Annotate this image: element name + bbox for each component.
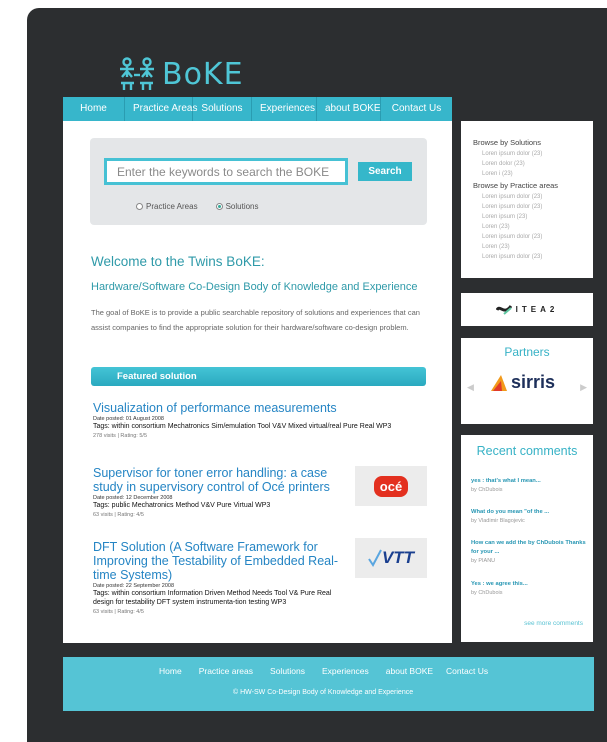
comment-text[interactable]: Yes : we agree this... <box>471 580 589 589</box>
radio-label: Solutions <box>225 202 259 211</box>
solution-title[interactable]: DFT Solution (A Software Framework for I… <box>93 540 351 582</box>
main-content: Search Practice Areas Solutions Welcome … <box>63 121 452 643</box>
nav-about[interactable]: about BOKE <box>317 97 381 121</box>
site-logo[interactable]: BoKE <box>118 56 244 92</box>
comment-item[interactable]: yes : that's what I mean... by ChDubois <box>471 477 589 494</box>
recent-comments-title: Recent comments <box>476 444 578 458</box>
comment-author: by ChDubois <box>471 590 503 596</box>
footer: Home Practice areas Solutions Experience… <box>63 657 594 711</box>
solution-title[interactable]: Visualization of performance measurement… <box>93 401 423 415</box>
browse-item[interactable]: Loren ipsum dolor (23) <box>473 202 593 212</box>
comment-item[interactable]: Yes : we agree this... by ChDubois <box>471 580 589 597</box>
comment-text[interactable]: yes : that's what I mean... <box>471 477 589 486</box>
nav-experiences[interactable]: Experiences <box>252 97 317 121</box>
browse-panel: Browse by Solutions Loren ipsum dolor (2… <box>461 121 593 278</box>
next-arrow-icon[interactable]: ▶ <box>580 382 587 393</box>
browse-item[interactable]: Loren (23) <box>473 222 593 232</box>
vtt-logo-text: VTT <box>381 548 415 567</box>
itea-logo-text: ITEA2 <box>515 305 559 314</box>
nav-solutions[interactable]: Solutions <box>193 97 252 121</box>
comment-item[interactable]: What do you mean "of the ... by Vladimir… <box>471 508 589 525</box>
search-button[interactable]: Search <box>358 162 412 181</box>
browse-item[interactable]: Loren ipsum dolor (23) <box>473 232 593 242</box>
sirris-logo[interactable]: sirris <box>489 372 555 393</box>
featured-heading: Featured solution <box>91 367 426 386</box>
see-more-comments-link[interactable]: see more comments <box>524 620 583 627</box>
footer-nav-about[interactable]: about BOKE <box>386 666 433 676</box>
browse-item[interactable]: Loren ipsum dolor (23) <box>473 192 593 202</box>
oce-logo-text: océ <box>373 475 409 497</box>
solution-stats: 63 visits | Rating: 4/5 <box>93 512 144 518</box>
solution-tags: Tags: public Mechatronics Method V&V Pur… <box>93 502 271 509</box>
footer-nav-practice-areas[interactable]: Practice areas <box>199 666 253 676</box>
footer-nav: Home Practice areas Solutions Experience… <box>159 666 505 676</box>
itea-mark-icon <box>495 304 512 315</box>
logo-icon <box>120 57 154 90</box>
nav-contact[interactable]: Contact Us <box>381 97 452 121</box>
browse-item[interactable]: Loren (23) <box>473 242 593 252</box>
nav-home[interactable]: Home <box>63 97 125 121</box>
comment-author: by ChDubois <box>471 487 503 493</box>
radio-label: Practice Areas <box>146 202 198 211</box>
logo-text: BoKE <box>162 56 244 92</box>
footer-nav-solutions[interactable]: Solutions <box>270 666 305 676</box>
footer-nav-experiences[interactable]: Experiences <box>322 666 369 676</box>
oce-logo: océ <box>355 466 427 506</box>
browse-solutions-heading: Browse by Solutions <box>473 138 541 147</box>
footer-nav-home[interactable]: Home <box>159 666 182 676</box>
browse-practice-heading: Browse by Practice areas <box>473 181 559 190</box>
comment-author: by PIANU <box>471 558 496 564</box>
radio-practice-areas[interactable]: Practice Areas <box>136 202 198 211</box>
browse-item[interactable]: Loren dolor (23) <box>473 159 593 169</box>
comment-author: by Vladimir Blagojevic <box>471 518 525 524</box>
vtt-mark-icon <box>368 549 382 567</box>
comment-text[interactable]: What do you mean "of the ... <box>471 508 589 517</box>
welcome-subtitle: Hardware/Software Co-Design Body of Know… <box>91 281 418 293</box>
top-nav: Home Practice Areas Solutions Experience… <box>63 97 452 121</box>
sirris-logo-text: sirris <box>511 372 556 392</box>
nav-practice-areas[interactable]: Practice Areas <box>125 97 197 121</box>
vtt-logo: VTT <box>355 538 427 578</box>
partners-panel: Partners ◀ ▶ sirris <box>461 338 593 424</box>
radio-circle-icon <box>136 203 143 210</box>
solution-tags: Tags: within consortium Information Driv… <box>93 590 332 606</box>
solution-tags: Tags: within consortium Mechatronics Sim… <box>93 423 392 430</box>
browse-item[interactable]: Loren ipsum (23) <box>473 212 593 222</box>
search-panel: Search Practice Areas Solutions <box>90 138 427 225</box>
solution-title[interactable]: Supervisor for toner error handling: a c… <box>93 466 338 494</box>
solution-item: Supervisor for toner error handling: a c… <box>93 466 338 518</box>
solution-item: DFT Solution (A Software Framework for I… <box>93 540 351 615</box>
solution-stats: 63 visits | Rating: 4/5 <box>93 609 144 615</box>
copyright: © HW-SW Co-Design Body of Knowledge and … <box>233 689 414 696</box>
browse-item[interactable]: Loren ipsum dolor (23) <box>473 149 593 159</box>
search-input[interactable] <box>104 158 348 185</box>
radio-solutions[interactable]: Solutions <box>215 202 259 211</box>
browse-item[interactable]: Loren i (23) <box>473 169 593 179</box>
radio-circle-checked-icon <box>215 203 223 210</box>
recent-comments-panel: Recent comments yes : that's what I mean… <box>461 435 593 642</box>
search-scope: Practice Areas Solutions <box>136 202 277 211</box>
comment-text[interactable]: How can we add the by ChDubois Thanks fo… <box>471 539 589 557</box>
solution-item: Visualization of performance measurement… <box>93 401 423 439</box>
welcome-title: Welcome to the Twins BoKE: <box>91 254 265 269</box>
partners-title: Partners <box>504 345 550 359</box>
itea-logo[interactable]: ITEA2 <box>461 293 593 326</box>
prev-arrow-icon[interactable]: ◀ <box>467 382 474 393</box>
footer-nav-contact[interactable]: Contact Us <box>446 666 488 676</box>
sirris-mark-icon <box>491 374 507 391</box>
welcome-text: The goal of BoKE is to provide a public … <box>91 308 420 332</box>
comment-item[interactable]: How can we add the by ChDubois Thanks fo… <box>471 539 589 565</box>
browse-item[interactable]: Loren ipsum dolor (23) <box>473 252 593 262</box>
solution-stats: 278 visits | Rating: 5/5 <box>93 433 148 439</box>
